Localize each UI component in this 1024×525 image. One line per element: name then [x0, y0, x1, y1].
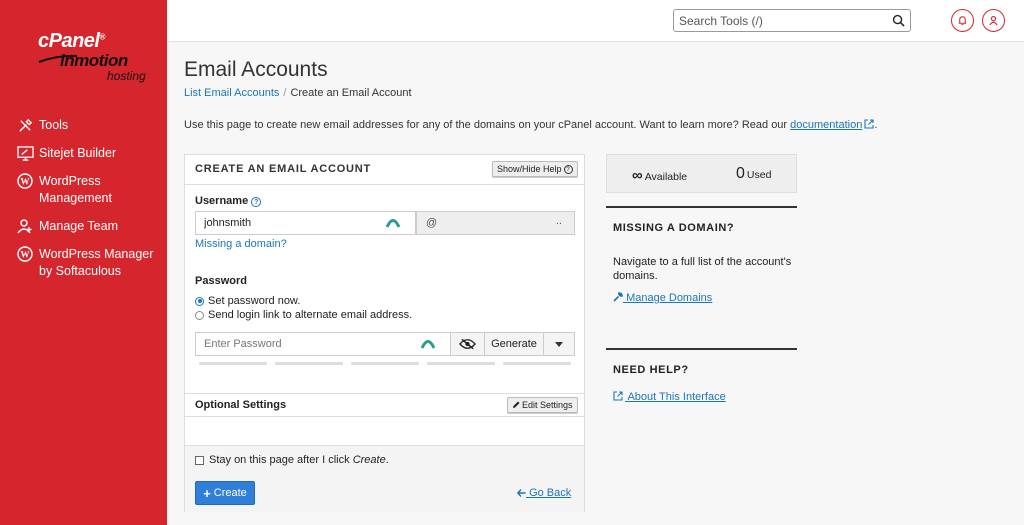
- sidebar-item-label: Sitejet Builder: [39, 146, 117, 160]
- stay-on-page-checkbox[interactable]: [195, 455, 204, 465]
- account-stats: ∞ Available 0 Used: [606, 154, 797, 193]
- missing-domain-link[interactable]: Missing a domain?: [195, 238, 287, 250]
- section-divider: [606, 206, 797, 208]
- svg-text:W: W: [21, 177, 30, 187]
- sidebar-item-tools[interactable]: Tools: [0, 116, 167, 134]
- tools-icon: [16, 116, 34, 134]
- user-icon: [989, 16, 998, 26]
- domain-at-symbol: @: [426, 217, 438, 229]
- panel-header: CREATE AN EMAIL ACCOUNT Show/Hide Help ?: [185, 155, 584, 185]
- used-stat: 0 Used: [736, 165, 772, 182]
- search-icon[interactable]: [892, 14, 905, 27]
- wrench-icon: [613, 292, 623, 302]
- password-label: Password: [195, 275, 247, 287]
- missing-domain-title: MISSING A DOMAIN?: [613, 222, 735, 234]
- svg-text:W: W: [21, 250, 30, 260]
- strength-bar-3: [351, 362, 419, 365]
- need-help-title: NEED HELP?: [613, 364, 689, 376]
- username-field-wrap: [195, 211, 416, 235]
- inmotion-logo-text: inmotion: [60, 51, 128, 70]
- pencil-icon: [513, 401, 520, 408]
- sitejet-icon: [16, 144, 34, 162]
- username-label: Username?: [195, 195, 262, 207]
- domain-value: ..: [555, 215, 562, 227]
- external-link-icon: [613, 391, 623, 401]
- radio-send-login-link[interactable]: Send login link to alternate email addre…: [195, 309, 412, 321]
- optional-settings-label: Optional Settings: [195, 399, 287, 411]
- show-hide-help-button[interactable]: Show/Hide Help ?: [492, 161, 578, 177]
- about-interface-link[interactable]: About This Interface: [613, 391, 726, 403]
- domain-select[interactable]: @ ..: [416, 211, 575, 235]
- password-manager-icon[interactable]: [421, 339, 435, 349]
- notifications-button[interactable]: [951, 9, 974, 32]
- missing-domain-text: Navigate to a full list of the account's…: [613, 256, 792, 282]
- strength-bar-2: [275, 362, 343, 365]
- sidebar-item-label: Manage Team: [39, 219, 118, 233]
- intro-text: Use this page to create new email addres…: [184, 119, 878, 131]
- go-back-link[interactable]: Go Back: [516, 487, 571, 499]
- search-box: [673, 9, 911, 32]
- external-link-icon: [864, 119, 874, 129]
- page-title: Email Accounts: [184, 58, 328, 81]
- brand-logo[interactable]: cPanel® inmotion hosting: [30, 30, 160, 86]
- eye-slash-icon: [459, 338, 476, 350]
- breadcrumb-separator: /: [283, 87, 287, 99]
- password-manager-icon[interactable]: [386, 218, 400, 228]
- sidebar-nav: Tools Sitejet Builder W WordPress Manage…: [0, 116, 167, 290]
- sidebar-item-sitejet[interactable]: Sitejet Builder: [0, 144, 167, 162]
- breadcrumb: List Email Accounts / Create an Email Acco…: [184, 87, 412, 99]
- generate-button[interactable]: Generate: [484, 333, 543, 355]
- radio-button-selected[interactable]: [195, 296, 204, 306]
- panel-title: CREATE AN EMAIL ACCOUNT: [195, 163, 372, 175]
- sidebar-item-wordpress-manager[interactable]: W WordPress Manager by Softaculous: [0, 245, 167, 280]
- wordpress-icon: W: [16, 172, 34, 190]
- strength-bar-5: [503, 362, 571, 365]
- available-stat: ∞ Available: [632, 167, 688, 184]
- search-input[interactable]: [674, 10, 874, 31]
- manage-domains-link[interactable]: Manage Domains: [613, 292, 712, 304]
- create-email-panel: CREATE AN EMAIL ACCOUNT Show/Hide Help ?…: [184, 154, 585, 512]
- generate-options-dropdown[interactable]: [543, 333, 574, 355]
- breadcrumb-parent-link[interactable]: List Email Accounts: [184, 87, 279, 99]
- optional-settings-row: Optional Settings Edit Settings: [185, 393, 584, 417]
- sidebar-item-manage-team[interactable]: Manage Team: [0, 217, 167, 235]
- help-icon[interactable]: ?: [251, 197, 262, 207]
- plus-icon: +: [203, 485, 211, 501]
- radio-set-password[interactable]: Set password now.: [195, 295, 300, 307]
- caret-down-icon: [555, 341, 563, 347]
- wordpress-icon: W: [16, 245, 34, 263]
- edit-settings-button[interactable]: Edit Settings: [507, 397, 578, 413]
- stay-on-page-checkbox-label[interactable]: Stay on this page after I click Create.: [195, 454, 389, 466]
- top-bar: [167, 0, 1024, 42]
- sidebar-item-label: Tools: [39, 118, 69, 132]
- arrow-left-icon: [516, 488, 526, 497]
- manage-team-icon: [16, 217, 34, 235]
- radio-button[interactable]: [195, 310, 204, 320]
- section-divider: [606, 348, 797, 350]
- sidebar-item-wordpress-management[interactable]: W WordPress Management: [0, 172, 167, 207]
- toggle-visibility-button[interactable]: [450, 333, 484, 355]
- create-button[interactable]: + Create: [195, 481, 255, 505]
- breadcrumb-current: Create an Email Account: [290, 87, 412, 99]
- panel-footer: Stay on this page after I click Create. …: [185, 445, 584, 512]
- bell-icon: [958, 16, 967, 26]
- sidebar-item-label: WordPress Manager by Softaculous: [39, 247, 154, 278]
- cpanel-logo-text: cPanel®: [38, 30, 105, 52]
- sidebar: cPanel® inmotion hosting Tools Sitejet B…: [0, 0, 167, 525]
- help-circle-icon: ?: [563, 164, 573, 174]
- password-input[interactable]: [196, 333, 450, 355]
- user-menu-button[interactable]: [982, 9, 1005, 32]
- hosting-logo-text: hosting: [107, 69, 146, 83]
- strength-bar-4: [427, 362, 495, 365]
- username-input[interactable]: [196, 212, 376, 234]
- strength-bar-1: [199, 362, 267, 365]
- sidebar-item-label: WordPress Management: [39, 174, 112, 205]
- password-row: Generate: [195, 332, 575, 356]
- documentation-link[interactable]: documentation: [790, 119, 862, 131]
